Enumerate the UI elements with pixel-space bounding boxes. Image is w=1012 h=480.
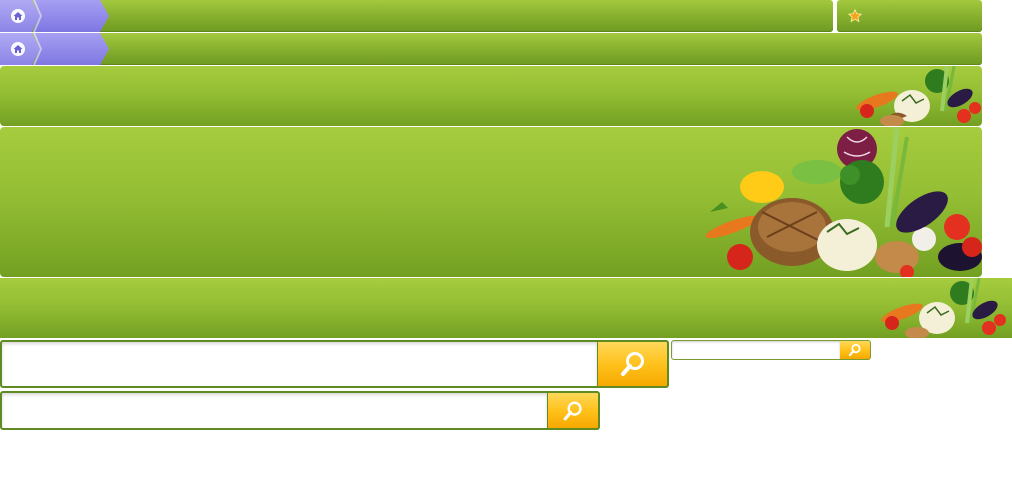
- search-button[interactable]: [840, 340, 871, 360]
- search-input[interactable]: [0, 391, 549, 430]
- breadcrumb-item[interactable]: [33, 33, 109, 65]
- vegetables-illustration: [856, 66, 981, 126]
- search-input[interactable]: [0, 340, 599, 388]
- search-button[interactable]: [548, 391, 600, 430]
- breadcrumb-bar: [0, 33, 982, 65]
- home-icon: [11, 42, 25, 56]
- star-icon[interactable]: [848, 9, 862, 23]
- search-icon: [620, 352, 644, 376]
- breadcrumb-bar: [0, 0, 833, 32]
- home-icon: [11, 9, 25, 23]
- search-button[interactable]: [598, 340, 669, 388]
- favorites-bar: [837, 0, 982, 32]
- search-icon: [848, 343, 861, 357]
- header-banner: [0, 66, 982, 126]
- breadcrumb-item[interactable]: [33, 0, 109, 32]
- header-banner: [0, 278, 1012, 338]
- search-icon: [563, 401, 582, 420]
- vegetables-illustration: [705, 127, 982, 277]
- hero-banner: [0, 127, 982, 277]
- search-input[interactable]: [671, 340, 841, 360]
- vegetables-illustration: [881, 278, 1006, 338]
